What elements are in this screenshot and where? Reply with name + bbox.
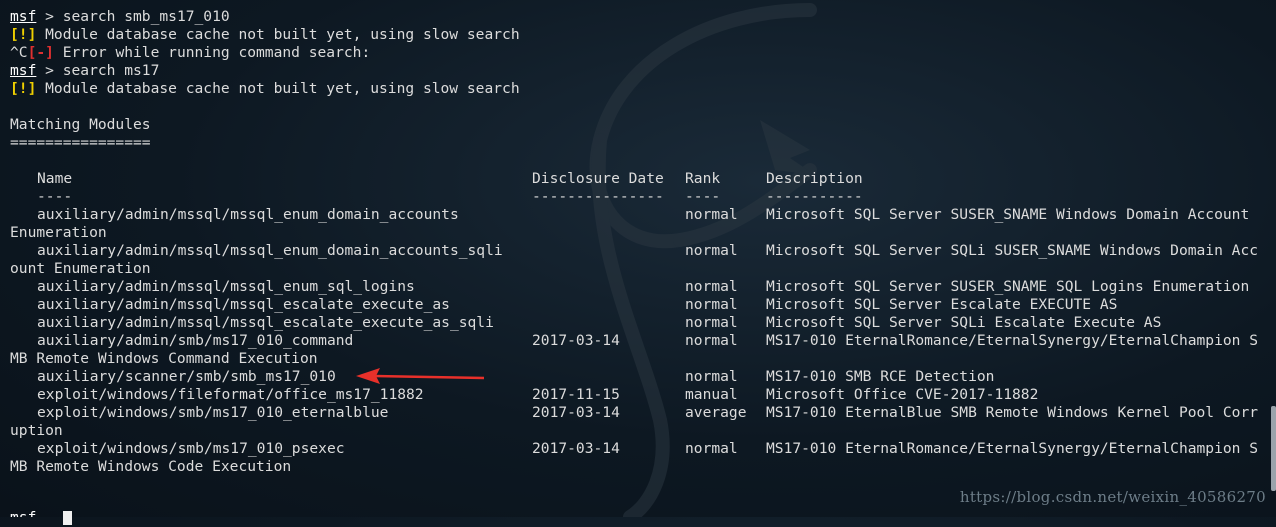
col-name: Name	[37, 170, 73, 187]
col-date: 2017-03-14	[532, 440, 620, 457]
module-row-wrap: Enumeration	[10, 224, 107, 242]
col-name: auxiliary/admin/mssql/mssql_escalate_exe…	[37, 314, 494, 331]
module-row: auxiliary/admin/mssql/mssql_enum_domain_…	[10, 242, 1272, 260]
col-rank: normal	[685, 296, 738, 313]
warning-text: Module database cache not built yet, usi…	[36, 26, 520, 43]
section-rule-text: ================	[10, 134, 151, 151]
msf-prompt: msf	[10, 62, 37, 79]
csdn-watermark: https://blog.csdn.net/weixin_40586270	[959, 488, 1266, 506]
col-name: auxiliary/admin/smb/ms17_010_command	[37, 332, 354, 349]
warning-text: Module database cache not built yet, usi…	[36, 80, 520, 97]
col-description: Microsoft SQL Server SUSER_SNAME Windows…	[766, 206, 1250, 223]
col-description: MS17-010 EternalBlue SMB Remote Windows …	[766, 404, 1259, 421]
terminal-line: msf > search ms17	[10, 62, 159, 80]
module-row: auxiliary/admin/mssql/mssql_enum_sql_log…	[10, 278, 1272, 296]
module-row: auxiliary/admin/mssql/mssql_escalate_exe…	[10, 296, 1272, 314]
col-rank: ----	[685, 188, 721, 205]
command-text: > search ms17	[36, 62, 160, 79]
col-rank: normal	[685, 332, 738, 349]
bottom-prompt: msf	[10, 509, 37, 526]
wrapped-description: uption	[10, 422, 63, 439]
error-text: Error while running command search:	[53, 44, 371, 61]
section-title-text: Matching Modules	[10, 116, 151, 133]
col-date: ---------------	[532, 188, 664, 205]
col-rank: normal	[685, 368, 738, 385]
col-name: auxiliary/admin/mssql/mssql_enum_domain_…	[37, 242, 503, 259]
wrapped-description: MB Remote Windows Code Execution	[10, 458, 292, 475]
terminal-line: ^C[-] Error while running command search…	[10, 44, 370, 62]
col-name: exploit/windows/fileformat/office_ms17_1…	[37, 386, 424, 403]
command-text: > search smb_ms17_010	[36, 8, 230, 25]
col-description: Description	[766, 170, 863, 187]
section-title: Matching Modules	[10, 116, 151, 134]
terminal-line: [!] Module database cache not built yet,…	[10, 80, 520, 98]
col-rank: normal	[685, 206, 738, 223]
col-description: Microsoft SQL Server SQLi SUSER_SNAME Wi…	[766, 242, 1259, 259]
col-rank: normal	[685, 278, 738, 295]
interrupt-text: ^C	[10, 44, 28, 61]
module-row-wrap: MB Remote Windows Command Execution	[10, 350, 318, 368]
module-row: auxiliary/scanner/smb/smb_ms17_010 normal…	[10, 368, 1272, 386]
scrollbar[interactable]	[1271, 406, 1276, 491]
terminal-line: [!] Module database cache not built yet,…	[10, 26, 520, 44]
col-date: 2017-03-14	[532, 404, 620, 421]
warning-tag: [!]	[10, 80, 37, 97]
terminal-line: msf > search smb_ms17_010	[10, 8, 230, 26]
col-rank: manual	[685, 386, 738, 403]
col-date: 2017-11-15	[532, 386, 620, 403]
module-row: auxiliary/admin/mssql/mssql_escalate_exe…	[10, 314, 1272, 332]
col-name: auxiliary/admin/mssql/mssql_enum_domain_…	[37, 206, 459, 223]
module-row-wrap: MB Remote Windows Code Execution	[10, 458, 291, 476]
col-rank: average	[685, 404, 747, 421]
module-row: auxiliary/admin/smb/ms17_010_command 2017…	[10, 332, 1272, 350]
wrapped-description: MB Remote Windows Command Execution	[10, 350, 318, 367]
module-row-wrap: ount Enumeration	[10, 260, 151, 278]
col-date: Disclosure Date	[532, 170, 664, 187]
col-name: exploit/windows/smb/ms17_010_eternalblue	[37, 404, 389, 421]
col-description: MS17-010 EternalRomance/EternalSynergy/E…	[766, 440, 1259, 457]
col-rank: normal	[685, 242, 738, 259]
table-header-rule: ---- --------------- ---- -----------	[10, 188, 1272, 206]
col-rank: Rank	[685, 170, 721, 187]
table-header: Name Disclosure Date Rank Description	[10, 170, 1272, 188]
col-description: Microsoft SQL Server SUSER_SNAME SQL Log…	[766, 278, 1250, 295]
wrapped-description: Enumeration	[10, 224, 107, 241]
col-description: Microsoft SQL Server Escalate EXECUTE AS	[766, 296, 1118, 313]
terminal-output: msf > search smb_ms17_010 [!] Module data…	[10, 0, 1272, 517]
module-row-wrap: uption	[10, 422, 63, 440]
module-row: exploit/windows/smb/ms17_010_psexec 2017-…	[10, 440, 1272, 458]
wrapped-description: ount Enumeration	[10, 260, 151, 277]
col-name: exploit/windows/smb/ms17_010_psexec	[37, 440, 345, 457]
module-row: auxiliary/admin/mssql/mssql_enum_domain_…	[10, 206, 1272, 224]
col-description: -----------	[766, 188, 863, 205]
text-cursor	[63, 511, 72, 525]
col-rank: normal	[685, 314, 738, 331]
col-description: Microsoft Office CVE-2017-11882	[766, 386, 1039, 403]
module-row: exploit/windows/fileformat/office_ms17_1…	[10, 386, 1272, 404]
msf-prompt: msf	[10, 8, 37, 25]
red-arrow-annotation	[356, 368, 485, 384]
col-rank: normal	[685, 440, 738, 457]
error-tag: [-]	[27, 44, 54, 61]
section-rule: ================	[10, 134, 151, 152]
col-name: auxiliary/admin/mssql/mssql_escalate_exe…	[37, 296, 450, 313]
warning-tag: [!]	[10, 26, 37, 43]
col-description: MS17-010 EternalRomance/EternalSynergy/E…	[766, 332, 1259, 349]
col-name: auxiliary/admin/mssql/mssql_enum_sql_log…	[37, 278, 415, 295]
col-name: ----	[37, 188, 73, 205]
col-description: Microsoft SQL Server SQLi Escalate Execu…	[766, 314, 1162, 331]
col-description: MS17-010 SMB RCE Detection	[766, 368, 995, 385]
col-name: auxiliary/scanner/smb/smb_ms17_010	[37, 368, 336, 385]
module-row: exploit/windows/smb/ms17_010_eternalblue…	[10, 404, 1272, 422]
col-date: 2017-03-14	[532, 332, 620, 349]
